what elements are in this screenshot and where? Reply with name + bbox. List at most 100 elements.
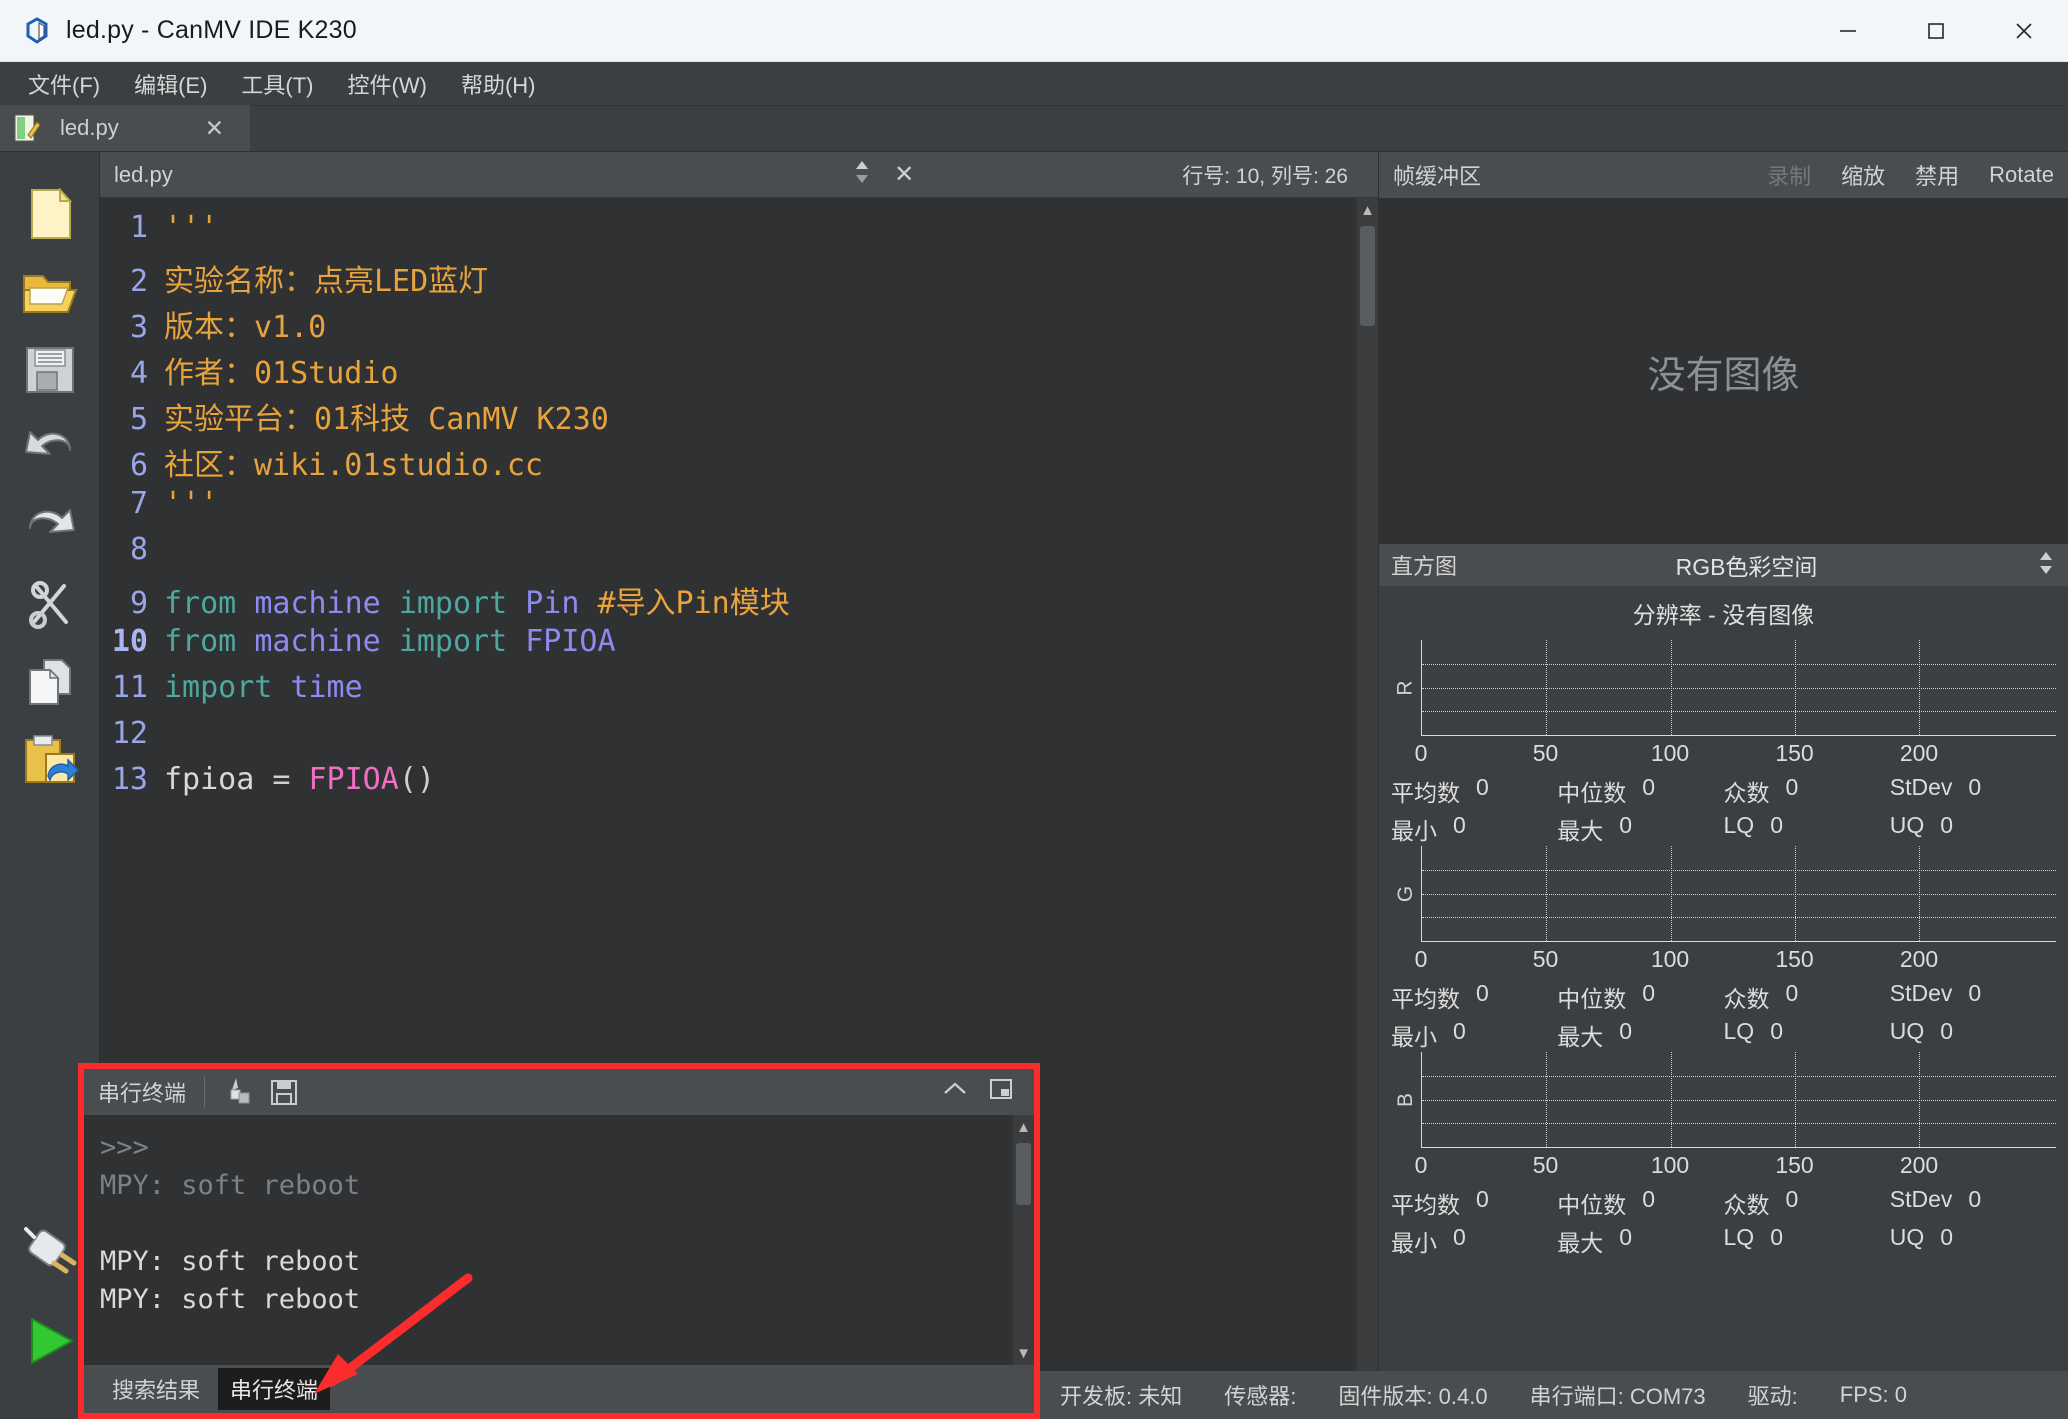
connect-plug-icon[interactable] [18, 1219, 82, 1283]
framebuffer-title: 帧缓冲区 [1393, 164, 1482, 189]
copy-icon[interactable] [18, 650, 82, 714]
scroll-up-icon[interactable]: ▲ [1357, 198, 1378, 222]
code-line[interactable]: 8 [100, 532, 1356, 578]
code-line[interactable]: 12 [100, 716, 1356, 762]
status-firmware-label: 固件版本: [1338, 1384, 1433, 1409]
status-driver-label: 驱动: [1747, 1384, 1798, 1409]
stat-uq: UQ 0 [1890, 812, 2056, 846]
document-tab-close-icon[interactable]: ✕ [189, 115, 240, 142]
status-fps-value: 0 [1894, 1382, 1908, 1407]
fb-disable-button[interactable]: 禁用 [1915, 159, 1959, 191]
status-fps: FPS: 0 [1840, 1382, 1907, 1408]
axis-tick-label: 150 [1775, 946, 1814, 972]
tab-search-results[interactable]: 搜索结果 [100, 1368, 212, 1410]
status-board: 开发板: 未知 [1060, 1379, 1182, 1411]
tab-serial-terminal[interactable]: 串行终端 [218, 1368, 331, 1410]
fb-record-button[interactable]: 录制 [1767, 159, 1811, 191]
axis-tick-label: 50 [1532, 740, 1559, 766]
stat-max: 最大 0 [1557, 1224, 1723, 1258]
paste-icon[interactable] [18, 728, 82, 792]
grid-line-horizontal [1422, 1075, 2056, 1077]
stat-value: 0 [1940, 1224, 1954, 1250]
editor-close-icon[interactable]: ✕ [886, 160, 922, 189]
canmv-logo-icon [22, 16, 52, 46]
code-token: import [398, 624, 526, 659]
code-line-text: from machine import FPIOA [164, 624, 616, 659]
code-line[interactable]: 13 fpioa = FPIOA() [100, 762, 1356, 808]
code-token: 社区：wiki.01studio.cc [164, 448, 543, 483]
code-line[interactable]: 7 ''' [100, 486, 1356, 532]
undo-icon[interactable] [18, 416, 82, 480]
histogram-axis-label: G [1394, 885, 1417, 903]
editor-vertical-scrollbar[interactable]: ▲ ▼ [1356, 198, 1378, 1419]
terminal-scroll-down-icon[interactable]: ▼ [1013, 1341, 1034, 1365]
terminal-collapse-icon[interactable] [932, 1079, 978, 1105]
python-file-icon [12, 113, 42, 143]
code-line[interactable]: 9 from machine import Pin #导入Pin模块 [100, 578, 1356, 624]
grid-line-horizontal [1422, 893, 2056, 895]
status-firmware: 固件版本: 0.4.0 [1338, 1379, 1487, 1411]
editor-sort-icon[interactable] [852, 157, 872, 192]
menu-file[interactable]: 文件(F) [14, 64, 114, 104]
menu-help[interactable]: 帮助(H) [447, 64, 550, 104]
stat-label: 平均数 [1391, 986, 1460, 1012]
serial-terminal-output[interactable]: >>> MPY: soft reboot MPY: soft reboot MPY:… [84, 1115, 1012, 1365]
menu-tools[interactable]: 工具(T) [227, 64, 327, 104]
stat-uq: UQ 0 [1890, 1224, 2056, 1258]
minimize-button[interactable] [1804, 0, 1892, 62]
code-token: ''' [164, 486, 219, 521]
cut-scissors-icon[interactable] [18, 572, 82, 636]
right-panel: 帧缓冲区 录制 缩放 禁用 Rotate 没有图像 直方图 RGB色彩空间 分辨… [1378, 152, 2068, 1419]
line-number: 11 [111, 670, 148, 705]
terminal-vertical-scrollbar[interactable]: ▲ ▼ [1012, 1115, 1034, 1365]
new-file-icon[interactable] [18, 182, 82, 246]
maximize-button[interactable] [1892, 0, 1980, 62]
grid-line-horizontal [1422, 663, 2056, 665]
stat-mode: 众数 0 [1724, 774, 1890, 808]
code-line[interactable]: 6 社区：wiki.01studio.cc [100, 440, 1356, 486]
menu-edit[interactable]: 编辑(E) [120, 64, 221, 104]
serial-terminal-title: 串行终端 [98, 1076, 206, 1108]
code-line[interactable]: 10 from machine import FPIOA [100, 624, 1356, 670]
code-token: 版本：v1.0 [164, 310, 327, 345]
code-line[interactable]: 5 实验平台：01科技 CanMV K230 [100, 394, 1356, 440]
terminal-scroll-thumb[interactable] [1016, 1143, 1031, 1205]
open-folder-icon[interactable] [18, 260, 82, 324]
stat-stdev: StDev 0 [1890, 774, 2056, 808]
redo-icon[interactable] [18, 494, 82, 558]
terminal-scroll-up-icon[interactable]: ▲ [1013, 1115, 1034, 1139]
code-token: fpioa [164, 762, 273, 797]
save-floppy-icon[interactable] [18, 338, 82, 402]
terminal-detach-icon[interactable] [978, 1077, 1024, 1107]
stat-label: 最大 [1557, 1230, 1604, 1256]
stat-value: 0 [1940, 812, 1954, 838]
code-line[interactable]: 2 实验名称：点亮LED蓝灯 [100, 256, 1356, 302]
editor-scroll-thumb[interactable] [1360, 226, 1375, 326]
save-floppy-icon[interactable] [267, 1075, 301, 1109]
menu-widgets[interactable]: 控件(W) [334, 64, 441, 104]
stat-label: 中位数 [1557, 1192, 1627, 1218]
line-number: 3 [129, 310, 148, 345]
run-play-icon[interactable] [18, 1309, 82, 1373]
code-line-text: 社区：wiki.01studio.cc [164, 440, 543, 484]
close-button[interactable] [1980, 0, 2068, 62]
histogram-channel-b: B 0 50 100 150 200 平均数 0 中位数 0 众数 0 StDev 0 最小 0 最大 0 LQ 0 U… [1379, 1052, 2068, 1258]
clear-brush-icon[interactable] [219, 1075, 253, 1109]
stat-mean: 平均数 0 [1391, 980, 1557, 1014]
fb-zoom-button[interactable]: 缩放 [1841, 159, 1885, 191]
code-line[interactable]: 3 版本：v1.0 [100, 302, 1356, 348]
stat-label: 平均数 [1391, 780, 1460, 806]
code-line[interactable]: 1 ''' [100, 210, 1356, 256]
histogram-colorspace-select-icon[interactable] [2036, 548, 2056, 583]
status-driver: 驱动: [1748, 1379, 1798, 1411]
code-line[interactable]: 4 作者：01Studio [100, 348, 1356, 394]
grid-line-horizontal [1422, 687, 2056, 689]
code-token: ''' [164, 210, 219, 245]
stat-value: 0 [1770, 1018, 1783, 1044]
code-token: #导入Pin模块 [597, 586, 790, 621]
fb-rotate-button[interactable]: Rotate [1989, 162, 2054, 188]
framebuffer-view[interactable]: 没有图像 [1379, 198, 2068, 544]
code-line[interactable]: 11 import time [100, 670, 1356, 716]
document-tab-led-py[interactable]: led.py ✕ [0, 105, 250, 151]
